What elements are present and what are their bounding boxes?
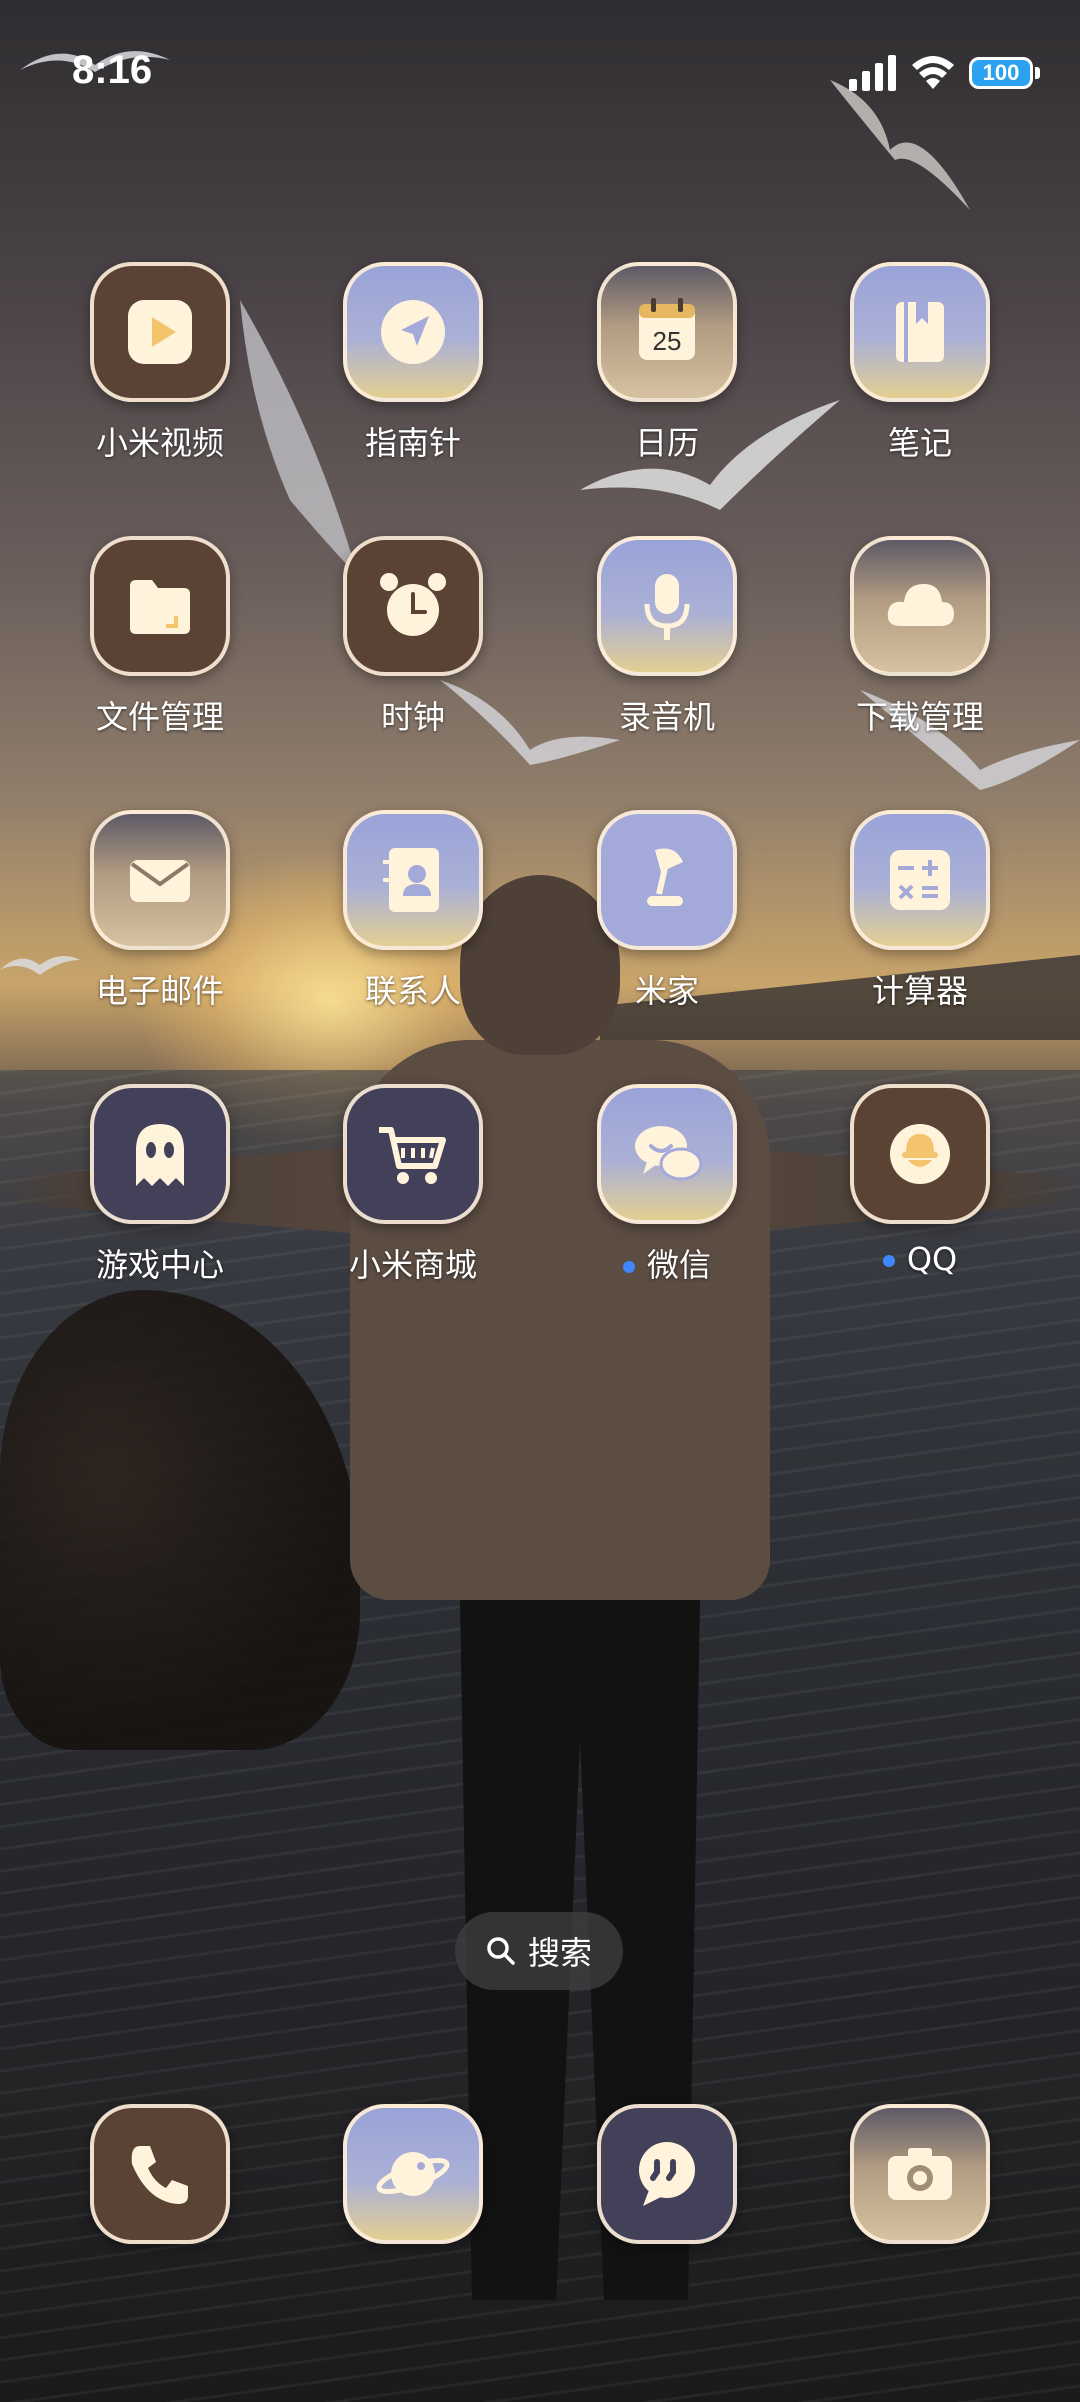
messages-icon — [597, 2104, 737, 2244]
app-calculator[interactable]: 计算器 — [820, 810, 1020, 1012]
phone-icon — [90, 2104, 230, 2244]
folder-icon — [90, 536, 230, 676]
wallpaper-rocks — [0, 1290, 360, 1750]
signal-icon — [849, 55, 896, 91]
app-label: 下载管理 — [855, 698, 984, 736]
app-label: 小米商城 — [348, 1246, 477, 1284]
search-label: 搜索 — [527, 1934, 592, 1972]
dock-phone[interactable] — [60, 2104, 260, 2244]
camera-icon — [850, 2104, 990, 2244]
battery-icon: 100 — [969, 57, 1040, 89]
search-icon — [487, 1937, 515, 1965]
shopping-cart-icon — [343, 1084, 483, 1224]
app-label: 时钟 — [380, 698, 445, 736]
app-contacts[interactable]: 联系人 — [313, 810, 513, 1012]
battery-tip — [1035, 67, 1040, 79]
ghost-icon — [90, 1084, 230, 1224]
cloud-icon — [850, 536, 990, 676]
desk-lamp-icon — [597, 810, 737, 950]
app-label: 指南针 — [364, 424, 461, 462]
app-label: 游戏中心 — [95, 1246, 224, 1284]
app-label: 微信 — [567, 1240, 767, 1286]
app-label: 笔记 — [887, 424, 952, 462]
envelope-icon — [90, 810, 230, 950]
video-play-icon — [90, 262, 230, 402]
notebook-icon — [850, 262, 990, 402]
app-label: 文件管理 — [95, 698, 224, 736]
contact-book-icon — [343, 810, 483, 950]
app-clock[interactable]: 时钟 — [313, 536, 513, 738]
compass-arrow-icon — [343, 262, 483, 402]
app-email[interactable]: 电子邮件 — [60, 810, 260, 1012]
app-calendar[interactable]: 25 日历 — [567, 262, 767, 464]
new-indicator-dot — [882, 1255, 895, 1267]
wifi-icon — [912, 56, 954, 89]
app-label-text: QQ — [906, 1240, 958, 1278]
search-button[interactable]: 搜索 — [455, 1912, 623, 1990]
microphone-icon — [597, 536, 737, 676]
app-mijia[interactable]: 米家 — [567, 810, 767, 1012]
chat-bubbles-icon — [597, 1084, 737, 1224]
app-label: 米家 — [634, 972, 699, 1010]
app-label: 电子邮件 — [95, 972, 224, 1010]
app-label: 小米视频 — [95, 424, 224, 462]
app-label: 日历 — [634, 424, 699, 462]
app-notes[interactable]: 笔记 — [820, 262, 1020, 464]
app-compass[interactable]: 指南针 — [313, 262, 513, 464]
alarm-clock-icon — [343, 536, 483, 676]
new-indicator-dot — [622, 1261, 635, 1273]
calendar-icon: 25 — [597, 262, 737, 402]
app-mi-video[interactable]: 小米视频 — [60, 262, 260, 464]
app-label: QQ — [820, 1240, 1020, 1278]
app-label: 录音机 — [618, 698, 715, 736]
status-icons: 100 — [849, 55, 1040, 91]
status-bar: 8:16 100 — [0, 0, 1080, 150]
app-wechat[interactable]: 微信 — [567, 1084, 767, 1286]
battery-level: 100 — [969, 57, 1033, 89]
app-recorder[interactable]: 录音机 — [567, 536, 767, 738]
app-mi-store[interactable]: 小米商城 — [313, 1084, 513, 1286]
app-label-text: 微信 — [646, 1246, 711, 1284]
app-download-manager[interactable]: 下载管理 — [820, 536, 1020, 738]
app-game-center[interactable]: 游戏中心 — [60, 1084, 260, 1286]
calendar-date: 25 — [653, 326, 682, 356]
status-time: 8:16 — [72, 48, 153, 92]
app-label: 计算器 — [871, 972, 968, 1010]
calculator-icon — [850, 810, 990, 950]
app-file-manager[interactable]: 文件管理 — [60, 536, 260, 738]
app-qq[interactable]: QQ — [820, 1084, 1020, 1278]
browser-planet-icon — [343, 2104, 483, 2244]
dock-camera[interactable] — [820, 2104, 1020, 2244]
dock-messages[interactable] — [567, 2104, 767, 2244]
app-label: 联系人 — [364, 972, 461, 1010]
dock-browser[interactable] — [313, 2104, 513, 2244]
qq-penguin-icon — [850, 1084, 990, 1224]
